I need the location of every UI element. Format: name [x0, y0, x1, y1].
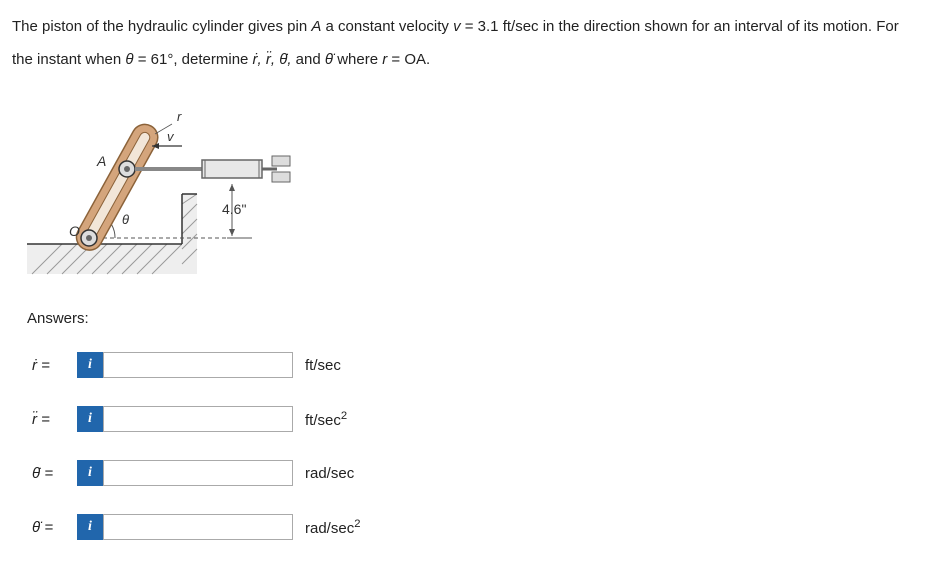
answer-row-rddot: r̈ = i ft/sec2: [32, 406, 939, 432]
pin-o-inner: [86, 235, 92, 241]
unit-rddot: ft/sec2: [305, 410, 347, 429]
cylinder: [135, 156, 290, 182]
v-label: v: [167, 129, 175, 144]
var-thetadot: θ̇ =: [32, 465, 77, 482]
dim-arrow-top: [229, 184, 235, 191]
text: The piston of the hydraulic cylinder giv…: [12, 18, 311, 35]
ground-fill: [27, 244, 182, 274]
theta-label: θ: [122, 212, 129, 227]
vars-list: ṙ, r̈, θ̇,: [253, 51, 292, 68]
thetadot-input[interactable]: [103, 460, 293, 486]
a-label: A: [96, 153, 106, 169]
text: = 3.1 ft/sec in the direction shown for …: [461, 18, 899, 35]
r-label: r: [177, 109, 182, 124]
unit-rdot: ft/sec: [305, 357, 341, 374]
var-v: v: [453, 18, 461, 35]
rddot-input[interactable]: [103, 406, 293, 432]
dimension-label: 4.6": [222, 201, 246, 217]
var-a: A: [311, 18, 321, 35]
var-theta-ddot: θ̈: [325, 51, 333, 68]
rdot-input[interactable]: [103, 352, 293, 378]
info-icon[interactable]: i: [77, 406, 103, 432]
problem-statement: The piston of the hydraulic cylinder giv…: [12, 10, 939, 76]
info-icon[interactable]: i: [77, 460, 103, 486]
text: and: [292, 51, 325, 68]
var-thetaddot: θ̈ =: [32, 519, 77, 536]
info-icon[interactable]: i: [77, 514, 103, 540]
text: = OA.: [387, 51, 430, 68]
answers-heading: Answers:: [27, 310, 939, 327]
answer-row-thetaddot: θ̈ = i rad/sec2: [32, 514, 939, 540]
mechanism-diagram: θ r O A v: [27, 96, 297, 276]
text: = 61°, determine: [134, 51, 253, 68]
text: where: [333, 51, 382, 68]
o-label: O: [69, 223, 80, 239]
var-theta: θ: [125, 51, 133, 68]
var-rddot: r̈ =: [32, 411, 77, 428]
var-rdot: ṙ =: [32, 357, 77, 374]
unit-thetaddot: rad/sec2: [305, 518, 360, 537]
pin-a-inner: [124, 166, 130, 172]
text: a constant velocity: [321, 18, 453, 35]
answer-row-rdot: ṙ = i ft/sec: [32, 352, 939, 378]
dim-arrow-bot: [229, 229, 235, 236]
answer-row-thetadot: θ̇ = i rad/sec: [32, 460, 939, 486]
unit-thetadot: rad/sec: [305, 465, 354, 482]
thetaddot-input[interactable]: [103, 514, 293, 540]
text: the instant when: [12, 51, 125, 68]
info-icon[interactable]: i: [77, 352, 103, 378]
diagram: θ r O A v: [27, 96, 939, 280]
